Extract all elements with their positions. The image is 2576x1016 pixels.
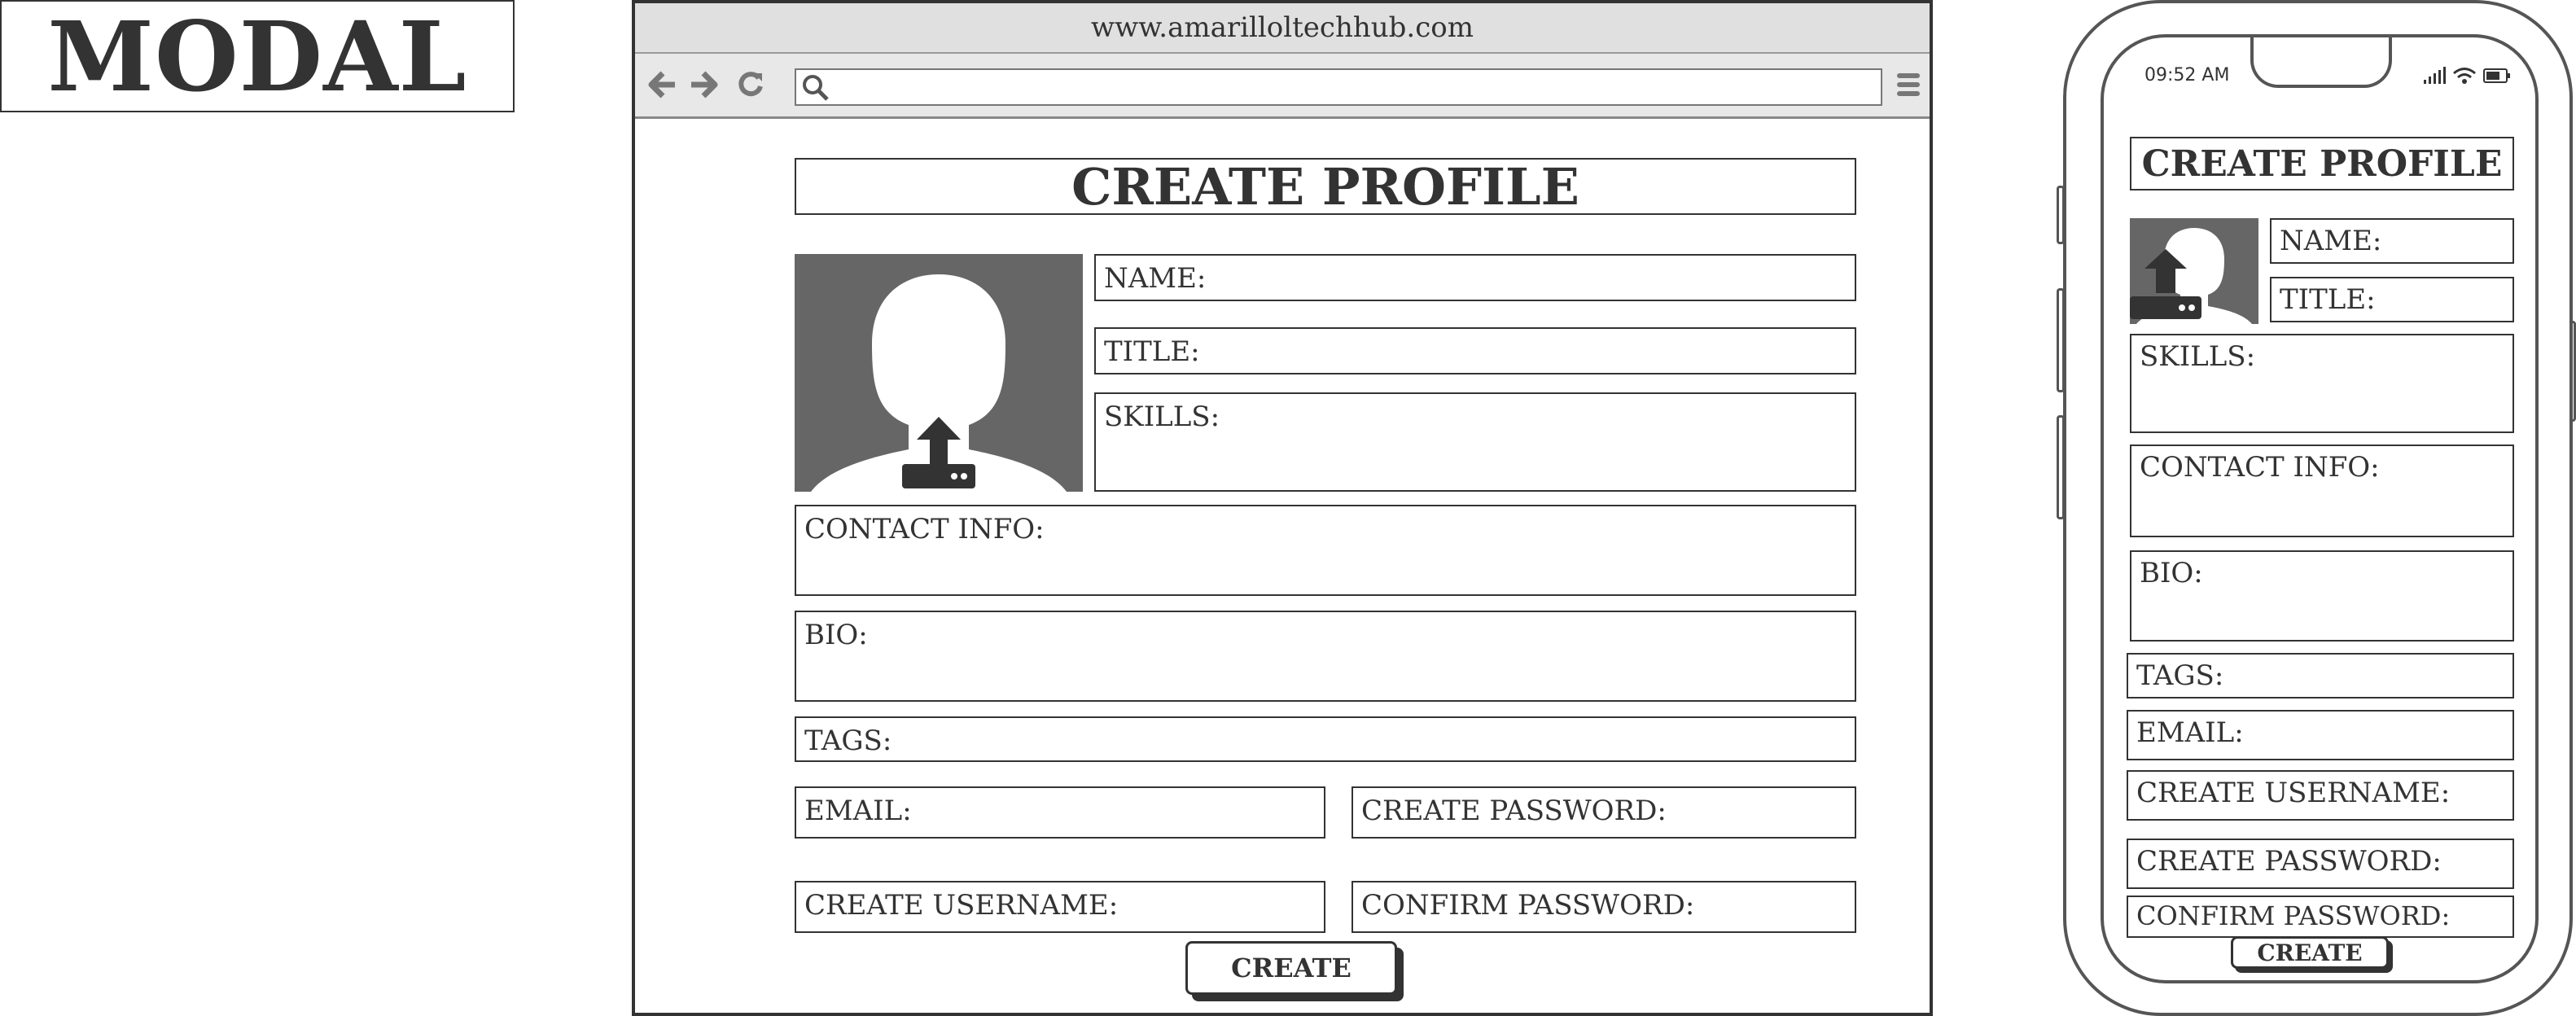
phone-avatar-upload[interactable]: [2130, 218, 2258, 324]
avatar-placeholder: [811, 274, 1067, 492]
phone-notch: [2250, 37, 2392, 88]
signal-icon: [2424, 67, 2446, 84]
wifi-icon: [2453, 68, 2476, 84]
phone-frame: 09:52 AM CREATE PROFILE NAME: TITLE: SKI…: [2063, 0, 2573, 1016]
phone-create-password-field[interactable]: CREATE PASSWORD:: [2127, 839, 2514, 889]
modal-label: MODAL: [0, 0, 515, 113]
browser-window: www.amarilloltechhub.com CREATE PROFILE: [632, 0, 1933, 1016]
create-password-field[interactable]: CREATE PASSWORD:: [1352, 786, 1856, 839]
avatar-upload[interactable]: [795, 254, 1083, 492]
tags-field[interactable]: TAGS:: [795, 716, 1856, 762]
browser-title-bar: www.amarilloltechhub.com: [635, 3, 1930, 54]
reload-icon[interactable]: [733, 67, 769, 103]
phone-create-button[interactable]: CREATE: [2231, 936, 2389, 969]
create-button[interactable]: CREATE: [1185, 941, 1397, 995]
status-time: 09:52 AM: [2144, 65, 2230, 85]
form-heading: CREATE PROFILE: [795, 157, 1856, 217]
phone-tags-field[interactable]: TAGS:: [2127, 653, 2514, 698]
phone-contact-info-field[interactable]: CONTACT INFO:: [2130, 444, 2514, 537]
create-username-field[interactable]: CREATE USERNAME:: [795, 881, 1325, 933]
browser-nav-bar: [635, 54, 1930, 119]
arrow-right-icon[interactable]: [686, 67, 721, 103]
phone-bio-field[interactable]: BIO:: [2130, 550, 2514, 642]
name-field[interactable]: NAME:: [1094, 254, 1856, 301]
search-icon: [803, 75, 829, 101]
phone-form-heading: CREATE PROFILE: [2130, 137, 2514, 190]
phone-confirm-password-field[interactable]: CONFIRM PASSWORD:: [2127, 896, 2514, 938]
arrow-left-icon[interactable]: [645, 67, 681, 103]
phone-screen: 09:52 AM CREATE PROFILE NAME: TITLE: SKI…: [2101, 34, 2539, 983]
url-title: www.amarilloltechhub.com: [1091, 11, 1474, 44]
phone-title-field[interactable]: TITLE:: [2270, 277, 2514, 322]
email-field[interactable]: EMAIL:: [795, 786, 1325, 839]
title-field[interactable]: TITLE:: [1094, 327, 1856, 374]
contact-info-field[interactable]: CONTACT INFO:: [795, 505, 1856, 596]
phone-email-field[interactable]: EMAIL:: [2127, 710, 2514, 760]
bio-field[interactable]: BIO:: [795, 611, 1856, 702]
battery-icon: [2483, 68, 2510, 83]
avatar-placeholder: [2130, 228, 2252, 324]
phone-create-username-field[interactable]: CREATE USERNAME:: [2127, 770, 2514, 821]
phone-name-field[interactable]: NAME:: [2270, 218, 2514, 264]
url-input[interactable]: [795, 68, 1882, 106]
confirm-password-field[interactable]: CONFIRM PASSWORD:: [1352, 881, 1856, 933]
hamburger-menu-icon[interactable]: [1890, 67, 1926, 103]
phone-skills-field[interactable]: SKILLS:: [2130, 334, 2514, 433]
skills-field[interactable]: SKILLS:: [1094, 392, 1856, 492]
